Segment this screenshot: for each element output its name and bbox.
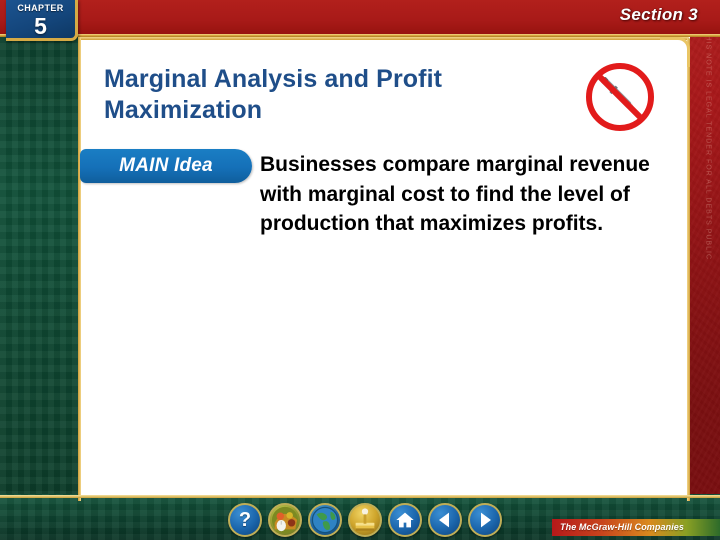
- previous-button[interactable]: [428, 503, 462, 537]
- help-button[interactable]: ?: [228, 503, 262, 537]
- multimedia-icon: [271, 506, 299, 534]
- home-button[interactable]: [388, 503, 422, 537]
- toolbar-gold-rule: [0, 495, 720, 498]
- section-label: Section 3: [619, 5, 698, 24]
- question-mark-icon: ?: [238, 509, 252, 531]
- web-resources-button[interactable]: [308, 503, 342, 537]
- background-fine-print: THIS NOTE IS LEGAL TENDER FOR ALL DEBTS …: [705, 30, 712, 260]
- presentation-slide: THIS NOTE IS LEGAL TENDER FOR ALL DEBTS …: [0, 0, 720, 540]
- next-button[interactable]: [468, 503, 502, 537]
- globe-icon: [311, 506, 339, 534]
- chapter-badge: CHAPTER 5: [6, 0, 78, 41]
- activity-button[interactable]: [348, 503, 382, 537]
- navigation-toolbar: ?: [228, 503, 502, 537]
- home-icon: [396, 512, 414, 528]
- main-idea-badge: MAIN Idea: [80, 149, 252, 183]
- chapter-number: 5: [34, 13, 47, 39]
- panel-border-top: [78, 37, 690, 40]
- no-pen-icon: [583, 60, 657, 134]
- panel-border-right: [687, 37, 690, 501]
- header-bar: [0, 0, 720, 34]
- main-idea-text: Businesses compare marginal revenue with…: [260, 153, 650, 235]
- media-button[interactable]: [268, 503, 302, 537]
- panel-border-left: [78, 37, 81, 501]
- joystick-icon: [355, 508, 375, 531]
- page-title: Marginal Analysis and Profit Maximizatio…: [104, 65, 443, 124]
- right-arrow-icon: [481, 512, 491, 528]
- panel-corner-accent: [660, 37, 690, 67]
- left-gutter-background: [0, 0, 78, 540]
- publisher-logo: The McGraw-Hill Companies: [552, 519, 720, 536]
- left-arrow-icon: [439, 512, 449, 528]
